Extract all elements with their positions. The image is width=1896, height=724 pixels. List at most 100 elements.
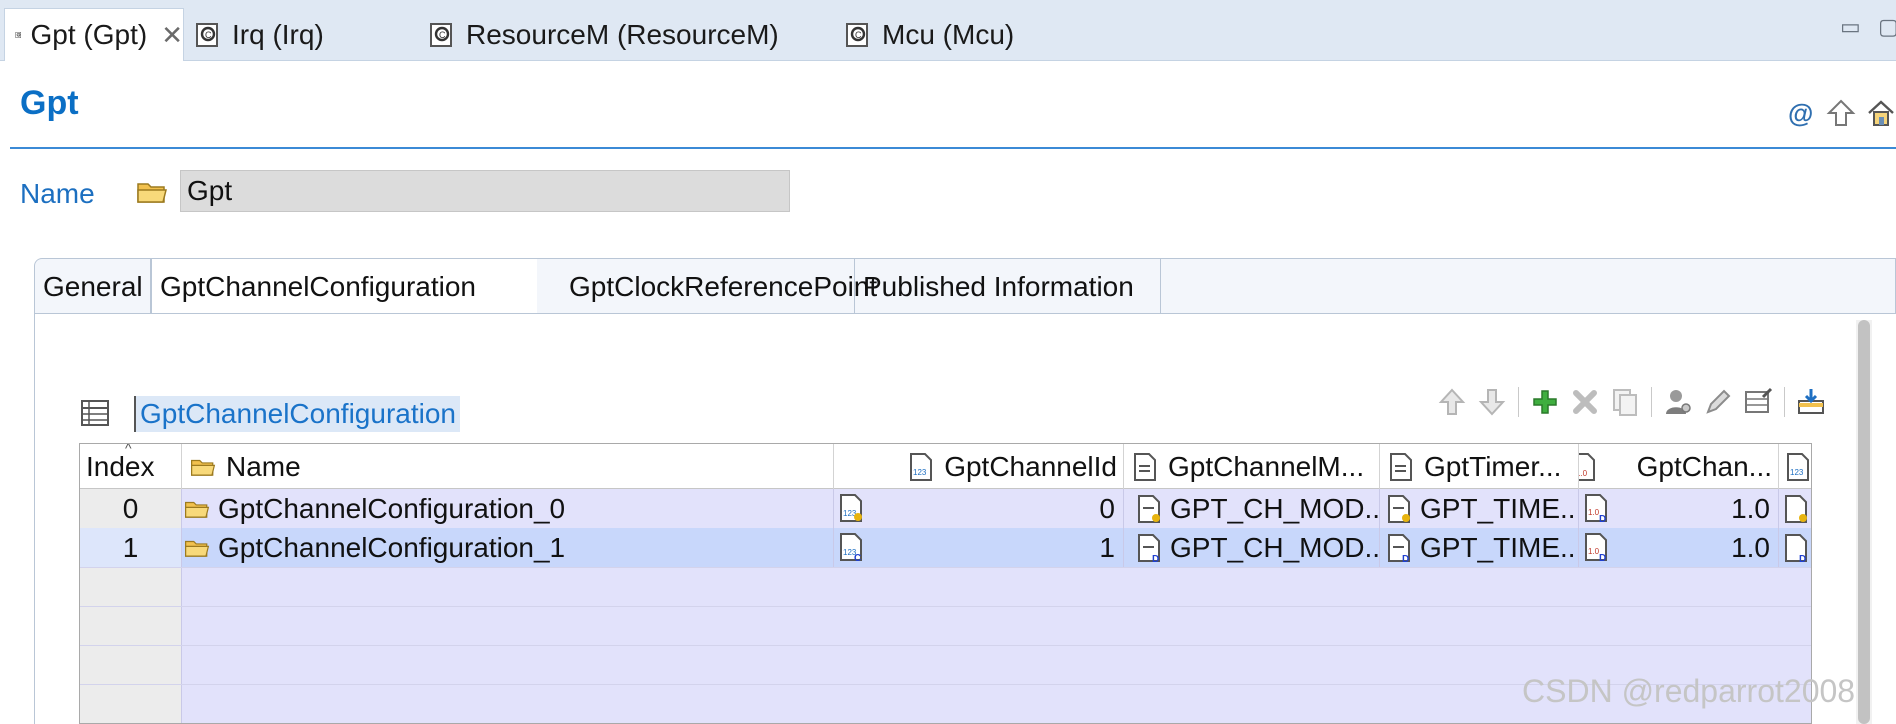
column-header-gptchan[interactable]: 1.0 GptChan... [1579,444,1779,489]
import-icon[interactable] [1795,386,1827,418]
folder-icon [137,183,167,203]
svg-text:C: C [854,553,861,562]
column-header-label: Name [226,450,301,482]
enum-param-icon [1134,452,1156,481]
cell-name[interactable]: GptChannelConfiguration_1 [182,528,834,567]
cell-gptchan[interactable]: 1.0 D 1.0 [1579,528,1779,567]
svg-text:D: D [1799,554,1806,563]
cell-gptchannelid[interactable]: 123 0 [834,489,1124,528]
svg-text:1.0: 1.0 [1588,547,1600,556]
add-icon[interactable] [1529,386,1561,418]
enum-param-icon: D [1388,533,1410,563]
column-header-label: Index [86,450,155,482]
module-config-icon: C [846,22,868,47]
column-header-more[interactable]: 123 [1779,444,1811,489]
column-header-label: GptChan... [1636,450,1772,482]
editor-tab-label: ResourceM (ResourceM) [466,18,779,50]
cell-gptchannelid[interactable]: 123 C 1 [834,528,1124,567]
user-settings-icon[interactable] [1662,386,1694,418]
cell-gpttimer[interactable]: D GPT_TIME... [1380,528,1579,567]
editor-tab-resourcem[interactable]: C ResourceM (ResourceM) [428,8,779,61]
edit-icon[interactable] [1702,386,1734,418]
header-actions: @ [1786,98,1896,128]
form-title: Gpt [20,84,79,122]
table-row[interactable]: 1 GptChannelConfiguration_1 123 C 1 D GPT… [80,528,1811,567]
svg-text:1.0: 1.0 [1588,508,1600,517]
integer-param-icon: 123C [840,533,862,562]
maximize-icon[interactable]: ▢ [1878,14,1896,40]
delete-icon[interactable] [1569,386,1601,418]
editor-tab-label: Gpt (Gpt) [30,19,148,50]
close-icon[interactable]: ✕ [161,20,183,51]
svg-text:C: C [855,30,862,40]
scrollbar-thumb[interactable] [1858,320,1870,724]
cell-gptchannelmode[interactable]: D GPT_CH_MOD... [1124,528,1380,567]
integer-param-icon: 123 [910,452,933,481]
editor-tab-mcu[interactable]: C Mcu (Mcu) [844,8,1014,61]
column-header-gptchannelid[interactable]: 123 GptChannelId [834,444,1124,489]
cell-index: 0 [80,489,182,528]
enum-param-icon [1390,452,1412,481]
editor-tab-irq[interactable]: C Irq (Irq) [192,8,324,61]
enum-param-icon: D [1138,533,1160,563]
copy-icon[interactable] [1609,386,1641,418]
integer-param-icon [1785,494,1807,523]
float-param-icon: 1.0D [1585,533,1607,562]
svg-text:C: C [439,30,446,40]
cell-value: GPT_CH_MOD... [1170,531,1380,563]
column-header-label: GptChannelId [944,450,1117,482]
cell-value: 1.0 [1731,492,1770,524]
cell-value: 0 [1099,492,1115,524]
svg-text:123: 123 [1790,468,1804,477]
folder-icon [185,540,210,557]
tab-gptclockreferencepoint[interactable]: GptClockReferencePoint [537,259,877,315]
float-param-icon: 1.0 [1579,452,1595,481]
cell-name-text: GptChannelConfiguration_1 [218,531,566,563]
svg-text:D: D [1152,554,1159,563]
header-divider [10,147,1896,149]
editor-tab-label: Irq (Irq) [232,18,324,50]
arrow-up-icon[interactable] [1826,98,1856,128]
cell-value: GPT_TIME... [1420,492,1579,524]
tab-general[interactable]: General [35,259,151,315]
svg-text:C: C [205,30,212,40]
cell-value: GPT_TIME... [1420,531,1579,563]
cell-value: 1.0 [1731,531,1770,563]
cell-value: GPT_CH_MOD... [1170,492,1380,524]
move-down-icon[interactable] [1476,386,1508,418]
cell-gptchan[interactable]: 1.0 D 1.0 [1579,489,1779,528]
table-icon [81,400,109,426]
cell-gpttimer[interactable]: GPT_TIME... [1380,489,1579,528]
home-icon[interactable] [1866,98,1896,128]
editor-tab-label: Mcu (Mcu) [882,18,1015,50]
svg-text:D: D [1599,514,1606,523]
column-header-name[interactable]: Name [182,444,834,489]
cell-name[interactable]: GptChannelConfiguration_0 [182,489,834,528]
move-up-icon[interactable] [1436,386,1468,418]
minimize-icon[interactable]: ▭ [1840,14,1861,40]
tab-gptchannelconfiguration[interactable]: GptChannelConfiguration [151,259,537,315]
tab-published-information[interactable]: Published Information [855,259,1161,315]
column-header-index[interactable]: ^ Index [80,444,182,489]
column-header-gptchannelmode[interactable]: GptChannelM... [1124,444,1380,489]
empty-row [80,606,1811,646]
table-edit-icon[interactable] [1742,386,1774,418]
integer-param-icon: D [1785,533,1807,563]
cell-gptchannelmode[interactable]: GPT_CH_MOD... [1124,489,1380,528]
tab-label: GptClockReferencePoint [569,271,878,302]
cell-more[interactable] [1779,489,1811,528]
table-row[interactable]: 0 GptChannelConfiguration_0 123 0 GPT_CH… [80,489,1811,528]
svg-text:@: @ [1788,98,1813,128]
name-field[interactable] [180,170,790,212]
cell-more[interactable]: D [1779,528,1811,567]
watermark: CSDN @redparrot2008 [1522,673,1856,709]
editor-tab-gpt[interactable]: C Gpt (Gpt) ✕ [4,8,184,61]
vertical-scrollbar[interactable] [1856,320,1872,724]
section-title: GptChannelConfiguration [134,396,460,432]
module-config-icon: C [430,22,452,47]
at-sign-icon[interactable]: @ [1786,98,1816,128]
integer-param-icon: 123 [1787,452,1809,481]
empty-row [80,567,1811,607]
table-header-row: ^ Index Name 123 GptChannelId GptChannel… [80,444,1811,489]
column-header-gpttimer[interactable]: GptTimer... [1380,444,1579,489]
